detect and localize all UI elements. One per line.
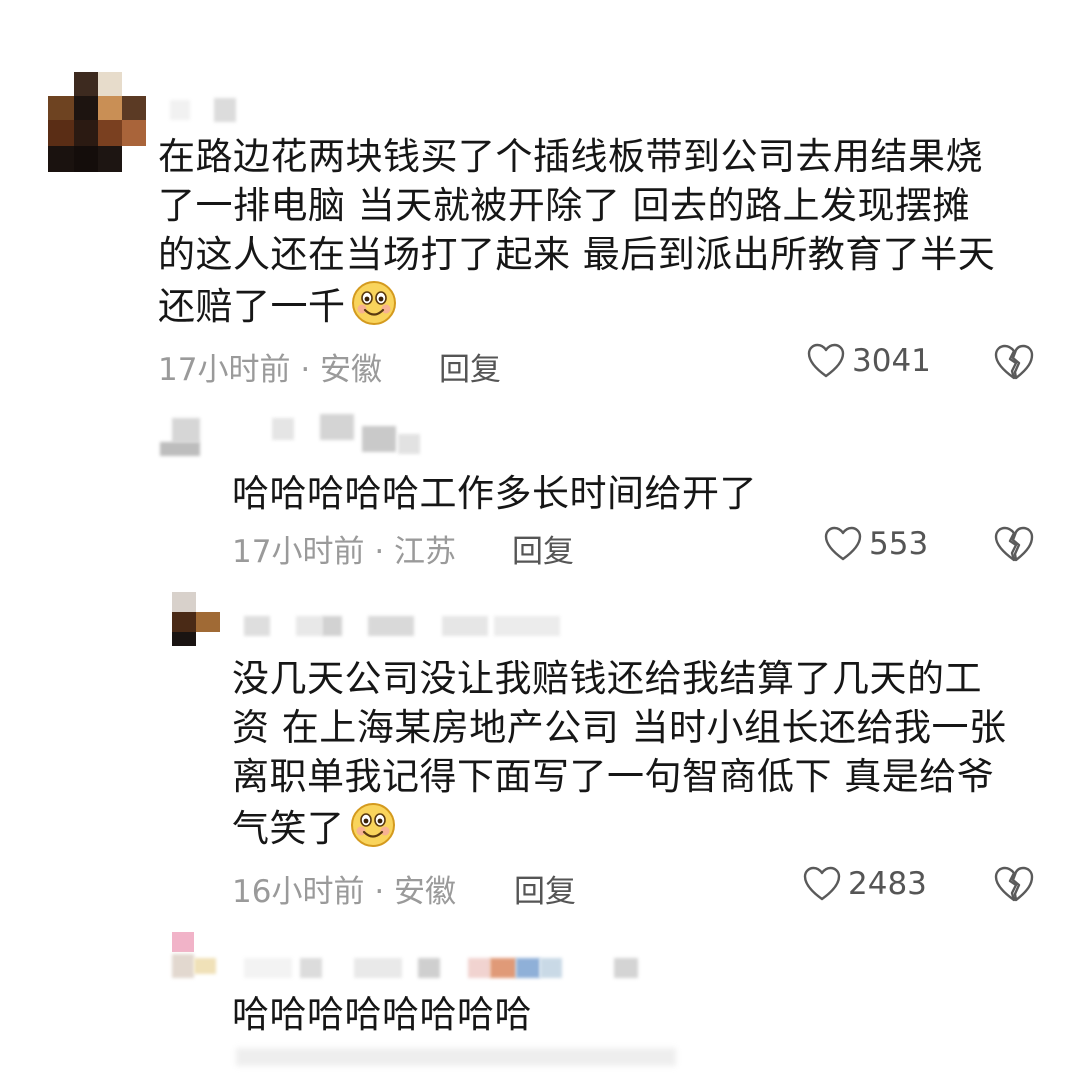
like-count: 3041 bbox=[852, 343, 931, 379]
like-count: 2483 bbox=[848, 866, 927, 902]
dislike-button[interactable] bbox=[993, 525, 1035, 567]
dislike-button[interactable] bbox=[993, 343, 1035, 385]
heart-icon bbox=[807, 343, 845, 378]
meta-separator: · bbox=[300, 352, 311, 388]
broken-heart-icon bbox=[994, 526, 1034, 562]
reply-button[interactable]: 回复 bbox=[439, 344, 501, 389]
like-button[interactable]: 2483 bbox=[802, 865, 927, 903]
meta-separator: · bbox=[374, 874, 385, 910]
comment-text: 哈哈哈哈哈哈哈哈 bbox=[232, 990, 532, 1039]
comment-text: 哈哈哈哈哈工作多长时间给开了 bbox=[232, 469, 757, 518]
comment-time: 16小时前 bbox=[232, 874, 365, 910]
smiling-face-icon bbox=[351, 281, 396, 325]
avatar[interactable] bbox=[160, 416, 218, 460]
username-redacted[interactable] bbox=[262, 414, 422, 458]
broken-heart-icon bbox=[994, 866, 1034, 902]
comment-time: 17小时前 bbox=[158, 352, 291, 388]
comment-line-last: 还赔了一千 bbox=[158, 279, 995, 331]
smiling-face-icon bbox=[350, 803, 395, 847]
comment-text: 在路边花两块钱买了个插线板带到公司去用结果烧 了一排电脑 当天就被开除了 回去的… bbox=[158, 132, 995, 331]
avatar[interactable] bbox=[48, 72, 146, 172]
comment-location: 安徽 bbox=[320, 352, 383, 388]
comment-line-last: 气笑了 bbox=[232, 801, 1007, 853]
avatar[interactable] bbox=[172, 592, 222, 652]
meta-separator: · bbox=[374, 534, 385, 570]
reply-button[interactable]: 回复 bbox=[514, 866, 576, 911]
heart-icon bbox=[824, 526, 862, 561]
comment-line: 了一排电脑 当天就被开除了 回去的路上发现摆摊 bbox=[158, 184, 971, 227]
like-count: 553 bbox=[869, 526, 929, 562]
comment-meta: 17小时前 · 江苏 bbox=[232, 526, 456, 571]
comment-time: 17小时前 bbox=[232, 534, 365, 570]
broken-heart-icon bbox=[994, 344, 1034, 380]
username-redacted[interactable] bbox=[170, 96, 244, 124]
avatar[interactable] bbox=[172, 932, 222, 988]
comment-line: 哈哈哈哈哈哈哈哈 bbox=[232, 993, 532, 1036]
like-button[interactable]: 553 bbox=[823, 525, 928, 563]
comment-line: 没几天公司没让我赔钱还给我结算了几天的工 bbox=[232, 657, 982, 700]
comment-line: 离职单我记得下面写了一句智商低下 真是给爷 bbox=[232, 755, 995, 798]
comment-text: 没几天公司没让我赔钱还给我结算了几天的工 资 在上海某房地产公司 当时小组长还给… bbox=[232, 654, 1007, 853]
comment-line: 在路边花两块钱买了个插线板带到公司去用结果烧 bbox=[158, 135, 983, 178]
reply-button[interactable]: 回复 bbox=[512, 526, 574, 571]
comment-line: 资 在上海某房地产公司 当时小组长还给我一张 bbox=[232, 706, 1007, 749]
comment-line: 哈哈哈哈哈工作多长时间给开了 bbox=[232, 472, 757, 515]
username-redacted[interactable] bbox=[244, 612, 564, 642]
comment-location: 安徽 bbox=[394, 874, 457, 910]
dislike-button[interactable] bbox=[993, 865, 1035, 907]
cut-off-content bbox=[236, 1046, 676, 1070]
comment-meta: 17小时前 · 安徽 bbox=[158, 344, 382, 389]
comment-meta: 16小时前 · 安徽 bbox=[232, 866, 456, 911]
username-redacted[interactable] bbox=[244, 954, 644, 982]
heart-icon bbox=[803, 866, 841, 901]
comment-location: 江苏 bbox=[394, 534, 457, 570]
like-button[interactable]: 3041 bbox=[806, 342, 931, 380]
comment-line: 的这人还在当场打了起来 最后到派出所教育了半天 bbox=[158, 233, 996, 276]
